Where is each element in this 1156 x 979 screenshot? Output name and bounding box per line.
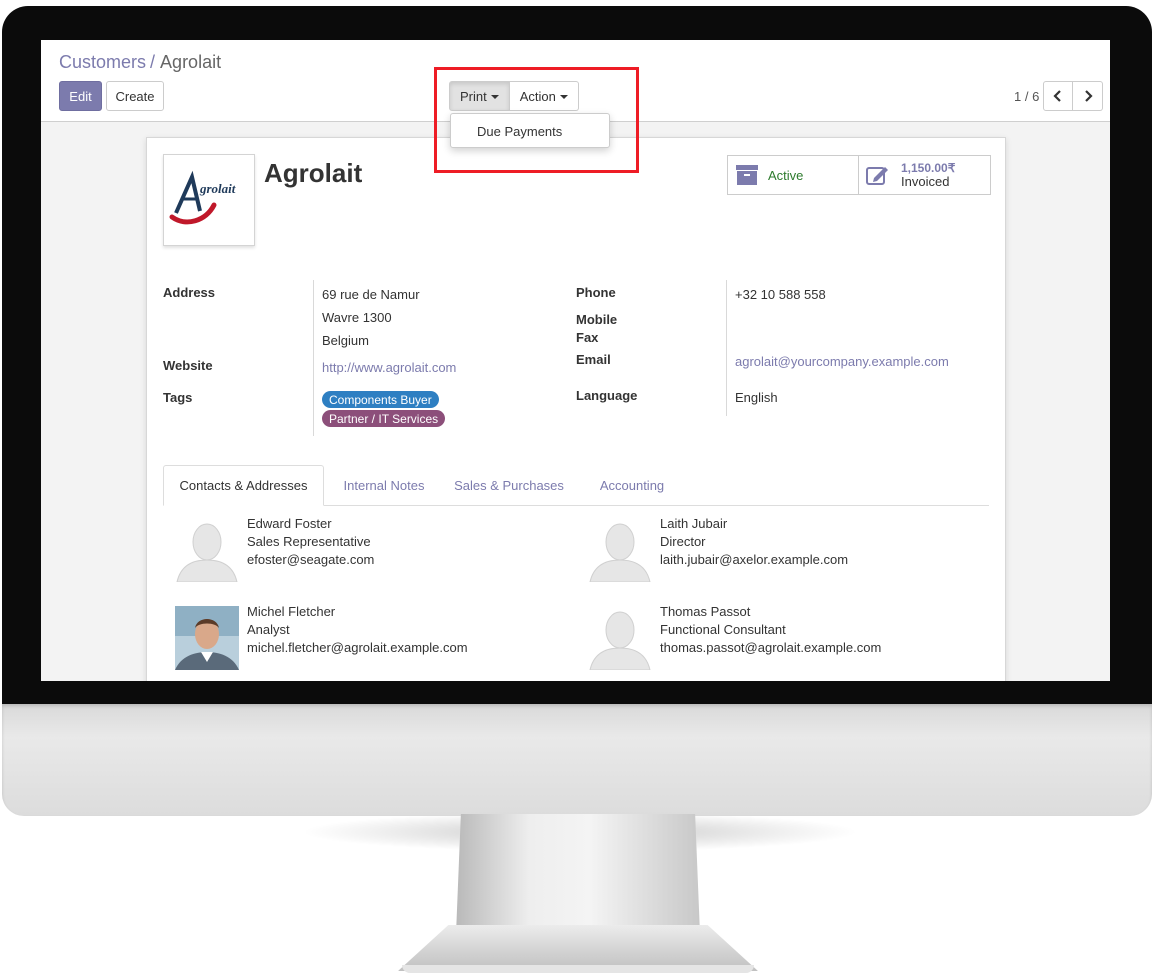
contact-card[interactable]: Michel Fletcher Analyst michel.fletcher@…	[175, 602, 575, 674]
avatar-placeholder-icon	[589, 523, 651, 582]
field-divider-right	[726, 280, 727, 416]
caret-down-icon	[490, 94, 499, 99]
email-link[interactable]: agrolait@yourcompany.example.com	[735, 354, 949, 369]
smart-buttons: Active 1,150.00₹ Invoiced	[727, 155, 991, 195]
language-value: English	[735, 390, 778, 405]
website-link[interactable]: http://www.agrolait.com	[322, 360, 456, 375]
active-toggle-button[interactable]: Active	[727, 155, 859, 195]
tags-label: Tags	[163, 390, 193, 405]
print-label: Print	[460, 88, 487, 104]
archive-icon	[736, 165, 758, 185]
contact-email: michel.fletcher@agrolait.example.com	[247, 640, 468, 655]
contact-email: thomas.passot@agrolait.example.com	[660, 640, 882, 655]
tab-contacts-addresses[interactable]: Contacts & Addresses	[163, 465, 324, 506]
edit-document-icon	[866, 167, 888, 185]
logo-text: grolait	[199, 181, 236, 196]
partner-name: Agrolait	[264, 158, 363, 188]
address-line2: Wavre 1300	[322, 310, 392, 325]
caret-down-icon	[559, 94, 568, 99]
screen: Customers / Agrolait Edit Create Print Act…	[41, 40, 1110, 681]
control-panel: Customers / Agrolait Edit Create Print Act…	[41, 40, 1110, 122]
pager-previous-button[interactable]	[1043, 81, 1074, 111]
contact-role: Functional Consultant	[660, 622, 786, 637]
breadcrumb-current: Agrolait	[160, 52, 222, 72]
language-label: Language	[576, 388, 638, 403]
action-label: Action	[519, 88, 556, 104]
phone-value: +32 10 588 558	[735, 287, 826, 302]
print-dropdown-menu: Due Payments	[450, 113, 610, 148]
tab-sales-purchases[interactable]: Sales & Purchases	[444, 465, 574, 506]
mobile-label: Mobile	[576, 312, 618, 327]
contact-role: Director	[660, 534, 706, 549]
agrolait-logo-icon: grolait	[169, 170, 236, 225]
invoiced-button[interactable]: 1,150.00₹ Invoiced	[859, 155, 991, 195]
action-dropdown-button[interactable]: Action	[509, 81, 579, 111]
partner-logo[interactable]: grolait	[163, 154, 255, 246]
avatar-placeholder-icon	[176, 523, 238, 582]
contact-card[interactable]: Thomas Passot Functional Consultant thom…	[588, 602, 988, 674]
breadcrumb-separator: /	[150, 52, 156, 72]
contact-name: Thomas Passot	[660, 604, 751, 619]
pager: 1 / 6	[1014, 81, 1104, 111]
active-label: Active	[768, 167, 804, 183]
invoiced-amount: 1,150.00₹	[901, 161, 956, 175]
contact-role: Analyst	[247, 622, 290, 637]
create-button[interactable]: Create	[106, 81, 164, 111]
address-label: Address	[163, 285, 216, 300]
monitor-chin	[2, 704, 1152, 816]
print-dropdown-button[interactable]: Print	[449, 81, 510, 111]
email-label: Email	[576, 352, 611, 367]
monitor-stand-neck	[456, 814, 700, 934]
contact-photo	[175, 606, 239, 670]
form-sheet: grolait Agrolait Active 1,150.00₹ Invoic…	[146, 137, 1006, 681]
website-label: Website	[163, 358, 213, 373]
contact-card[interactable]: Laith Jubair Director laith.jubair@axelo…	[588, 514, 988, 586]
due-payments-menu-item[interactable]: Due Payments	[477, 124, 562, 139]
pager-value[interactable]: 1 / 6	[1014, 89, 1039, 104]
contact-name: Edward Foster	[247, 516, 332, 531]
address-line3: Belgium	[322, 333, 369, 348]
tag-components-buyer[interactable]: Components Buyer	[322, 391, 439, 408]
monitor-stand-lip	[402, 965, 754, 973]
pager-next-button[interactable]	[1073, 81, 1104, 111]
contact-role: Sales Representative	[247, 534, 371, 549]
chevron-right-icon	[1085, 90, 1093, 102]
sidebar-button-group: Print Action	[449, 81, 579, 111]
address-line1: 69 rue de Namur	[322, 287, 420, 302]
avatar-placeholder-icon	[589, 611, 651, 670]
tag-partner-it-services[interactable]: Partner / IT Services	[322, 410, 446, 427]
edit-button[interactable]: Edit	[59, 81, 102, 111]
tab-internal-notes[interactable]: Internal Notes	[329, 465, 439, 506]
phone-label: Phone	[576, 285, 616, 300]
notebook-tabs: Contacts & Addresses Internal Notes Sale…	[163, 465, 989, 506]
contact-name: Laith Jubair	[660, 516, 728, 531]
contact-email: laith.jubair@axelor.example.com	[660, 552, 849, 567]
invoiced-text: 1,150.00₹ Invoiced	[901, 161, 955, 189]
breadcrumb-customers-link[interactable]: Customers	[59, 52, 146, 72]
breadcrumb: Customers / Agrolait	[59, 52, 221, 73]
contact-name: Michel Fletcher	[247, 604, 336, 619]
contact-card[interactable]: Edward Foster Sales Representative efost…	[175, 514, 575, 586]
field-divider-left	[313, 280, 314, 436]
contact-email: efoster@seagate.com	[247, 552, 375, 567]
chevron-left-icon	[1053, 90, 1062, 102]
fax-label: Fax	[576, 330, 599, 345]
tab-accounting[interactable]: Accounting	[589, 465, 675, 506]
invoiced-label: Invoiced	[901, 174, 950, 189]
